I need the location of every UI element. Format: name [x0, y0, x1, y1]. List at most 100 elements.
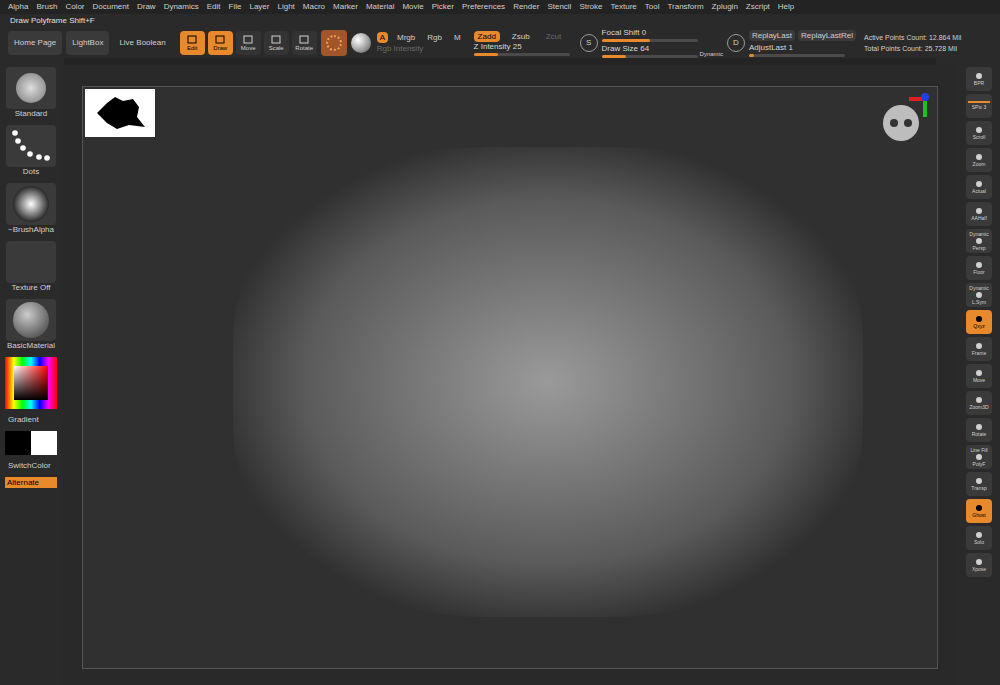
- replay-button[interactable]: ReplayLast: [749, 30, 795, 41]
- menu-item[interactable]: Dynamics: [164, 1, 199, 13]
- menu-item[interactable]: Alpha: [8, 1, 28, 13]
- shelf-button[interactable]: Qxyz: [966, 310, 992, 334]
- menu-item[interactable]: Material: [366, 1, 394, 13]
- shelf-button[interactable]: Xpose: [966, 553, 992, 577]
- menu-item[interactable]: Zscript: [746, 1, 770, 13]
- nav-button[interactable]: LightBox: [66, 31, 109, 55]
- menu-item[interactable]: Movie: [402, 1, 423, 13]
- menu-item[interactable]: Brush: [36, 1, 57, 13]
- menu-item[interactable]: Zplugin: [712, 1, 738, 13]
- menu-item[interactable]: Transform: [667, 1, 703, 13]
- menu-item[interactable]: Render: [513, 1, 539, 13]
- shelf-button[interactable]: DynamicPersp: [966, 229, 992, 253]
- alternate-button[interactable]: Alternate: [5, 477, 57, 488]
- z-mode-button[interactable]: Zcut: [542, 31, 566, 42]
- switch-color-button[interactable]: SwitchColor: [8, 461, 51, 471]
- menu-item[interactable]: Stencil: [547, 1, 571, 13]
- shelf-button[interactable]: Scroll: [966, 121, 992, 145]
- toolbar: Home PageLightBoxLive Boolean EditDrawMov…: [0, 28, 1000, 58]
- shelf-button[interactable]: Transp: [966, 472, 992, 496]
- material-tile[interactable]: BasicMaterial: [6, 299, 56, 351]
- tool-icon: [974, 558, 984, 566]
- shelf-button[interactable]: DynamicL.Sym: [966, 283, 992, 307]
- brush-tile[interactable]: Standard: [6, 67, 56, 119]
- left-shelf: Standard Dots ~BrushAlpha Texture Off BasicM…: [0, 65, 62, 685]
- tool-icon: [974, 180, 984, 188]
- z-mode-button[interactable]: Zsub: [508, 31, 534, 42]
- menu-item[interactable]: Color: [65, 1, 84, 13]
- gradient-toggle[interactable]: Gradient: [8, 415, 39, 425]
- tool-icon: [974, 315, 984, 323]
- shelf-button[interactable]: BPR: [966, 67, 992, 91]
- tool-icon: [974, 504, 984, 512]
- menu-item[interactable]: Tool: [645, 1, 660, 13]
- z-intensity-slider[interactable]: Z Intensity 25: [474, 42, 570, 56]
- spix-slider[interactable]: [968, 101, 990, 103]
- tool-icon: [974, 531, 984, 539]
- menu-item[interactable]: Help: [778, 1, 794, 13]
- menu-item[interactable]: Layer: [249, 1, 269, 13]
- skull-gizmo-icon[interactable]: [879, 89, 929, 159]
- scrub-bar[interactable]: [64, 58, 936, 65]
- mode-button[interactable]: Move: [236, 31, 261, 55]
- nav-button[interactable]: Home Page: [8, 31, 62, 55]
- brush-ring-icon[interactable]: [321, 30, 347, 56]
- menu-item[interactable]: Draw: [137, 1, 156, 13]
- menu-item[interactable]: Texture: [611, 1, 637, 13]
- color-mode-button[interactable]: Mrgb: [394, 32, 418, 43]
- tool-icon: [974, 423, 984, 431]
- shelf-button[interactable]: Zoom: [966, 148, 992, 172]
- shelf-button[interactable]: Solo: [966, 526, 992, 550]
- mode-button[interactable]: Scale: [264, 31, 289, 55]
- menu-item[interactable]: Macro: [303, 1, 325, 13]
- menu-item[interactable]: Marker: [333, 1, 358, 13]
- shelf-button[interactable]: Rotate: [966, 418, 992, 442]
- shelf-button[interactable]: Actual: [966, 175, 992, 199]
- shelf-button[interactable]: Line FillPolyF: [966, 445, 992, 469]
- mode-button[interactable]: Draw: [208, 31, 233, 55]
- adjust-last-slider[interactable]: AdjustLast 1: [749, 43, 845, 57]
- shelf-button[interactable]: Floor: [966, 256, 992, 280]
- shelf-button[interactable]: SPix 3: [966, 94, 992, 118]
- d-key-icon[interactable]: D: [727, 34, 745, 52]
- z-mode-button[interactable]: Zadd: [474, 31, 500, 42]
- canvas-area: [62, 65, 958, 685]
- color-mode-button[interactable]: M: [451, 32, 464, 43]
- menu-item[interactable]: Edit: [207, 1, 221, 13]
- nav-button[interactable]: Live Boolean: [113, 31, 171, 55]
- shelf-button[interactable]: Zoom3D: [966, 391, 992, 415]
- model-render[interactable]: [233, 147, 863, 617]
- mode-button[interactable]: Edit: [180, 31, 205, 55]
- shelf-button[interactable]: Ghost: [966, 499, 992, 523]
- stroke-tile[interactable]: Dots: [6, 125, 56, 177]
- alpha-tile[interactable]: ~BrushAlpha: [6, 183, 56, 235]
- texture-tile[interactable]: Texture Off: [6, 241, 56, 293]
- color-swatches[interactable]: [5, 431, 57, 455]
- color-mode-button[interactable]: A: [377, 32, 388, 43]
- s-key-icon[interactable]: S: [580, 34, 598, 52]
- menu-item[interactable]: Preferences: [462, 1, 505, 13]
- viewport[interactable]: [82, 86, 938, 669]
- dynamic-toggle[interactable]: Dynamic: [700, 50, 723, 58]
- brush-icon: [16, 73, 46, 103]
- tool-icon: [974, 342, 984, 350]
- material-sphere-icon[interactable]: [351, 33, 371, 53]
- replay-button[interactable]: ReplayLastRel: [798, 30, 856, 41]
- mode-button[interactable]: Rotate: [292, 31, 317, 55]
- menu-item[interactable]: Document: [93, 1, 129, 13]
- shelf-button[interactable]: AAHalf: [966, 202, 992, 226]
- rgb-intensity-slider[interactable]: Rgb Intensity: [377, 43, 464, 54]
- mode-icon: [187, 35, 197, 44]
- menu-item[interactable]: Light: [277, 1, 294, 13]
- total-points: Total Points Count: 25.728 Mil: [864, 43, 961, 54]
- draw-size-slider[interactable]: Draw Size 64: [602, 44, 698, 58]
- shelf-button[interactable]: Move: [966, 364, 992, 388]
- menu-item[interactable]: Stroke: [579, 1, 602, 13]
- focal-shift-slider[interactable]: Focal Shift 0: [602, 28, 698, 42]
- tool-icon: [974, 477, 984, 485]
- menu-item[interactable]: File: [229, 1, 242, 13]
- shelf-button[interactable]: Frame: [966, 337, 992, 361]
- color-mode-button[interactable]: Rgb: [424, 32, 445, 43]
- menu-item[interactable]: Picker: [432, 1, 454, 13]
- color-picker[interactable]: [5, 357, 57, 409]
